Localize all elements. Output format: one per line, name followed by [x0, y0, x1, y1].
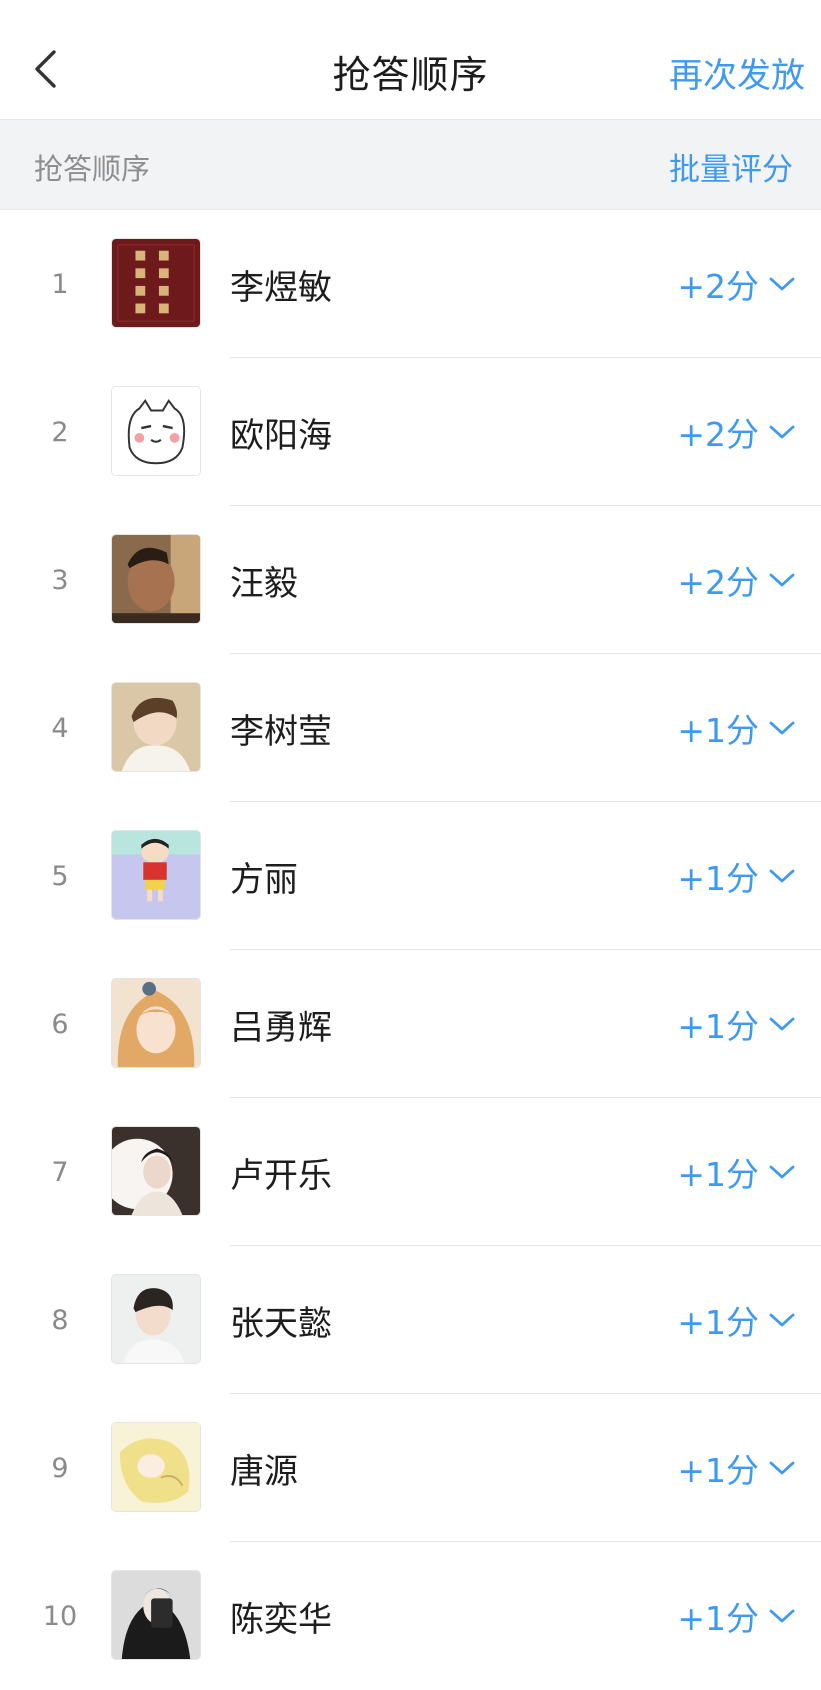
nav-header: 抢答顺序 再次发放	[0, 0, 821, 120]
score-value: +1分	[677, 1007, 759, 1046]
score-value: +1分	[677, 1599, 759, 1638]
score-value: +1分	[677, 711, 759, 750]
score-value: +1分	[677, 1155, 759, 1194]
student-name: 陈奕华	[230, 1599, 332, 1640]
avatar	[111, 1422, 201, 1512]
avatar	[111, 978, 201, 1068]
list-item[interactable]: 8 张天懿 +1分	[0, 1246, 821, 1394]
student-name: 汪毅	[230, 563, 298, 604]
score-value: +2分	[677, 267, 759, 306]
score-value: +1分	[677, 859, 759, 898]
list-item[interactable]: 3 汪毅 +2分	[0, 506, 821, 654]
list-item[interactable]: 5 方丽 +1分	[0, 802, 821, 950]
score-dropdown[interactable]: +1分	[677, 1098, 795, 1246]
rank-number: 2	[51, 416, 69, 448]
rank-number: 5	[51, 860, 69, 892]
student-name: 唐源	[230, 1451, 298, 1492]
list-item[interactable]: 2 欧阳海 +2分	[0, 358, 821, 506]
rank-number: 10	[42, 1600, 78, 1632]
student-name: 卢开乐	[230, 1155, 332, 1196]
chevron-down-icon	[769, 1461, 795, 1475]
chevron-down-icon	[769, 1609, 795, 1623]
list-item[interactable]: 10 陈奕华 +1分	[0, 1542, 821, 1690]
student-name: 李煜敏	[230, 267, 332, 308]
rank-number: 7	[51, 1156, 69, 1188]
avatar	[111, 386, 201, 476]
avatar	[111, 682, 201, 772]
chevron-down-icon	[769, 277, 795, 291]
batch-score-button[interactable]: 批量评分	[669, 144, 793, 189]
section-label: 抢答顺序	[34, 152, 151, 186]
score-dropdown[interactable]: +1分	[677, 654, 795, 802]
avatar	[111, 238, 201, 328]
score-value: +2分	[677, 415, 759, 454]
student-name: 吕勇辉	[230, 1007, 332, 1048]
score-value: +1分	[677, 1303, 759, 1342]
chevron-down-icon	[769, 1017, 795, 1031]
avatar	[111, 1126, 201, 1216]
chevron-down-icon	[769, 1165, 795, 1179]
redistribute-button[interactable]: 再次发放	[669, 48, 805, 97]
score-dropdown[interactable]: +1分	[677, 802, 795, 950]
rank-number: 3	[51, 564, 69, 596]
score-dropdown[interactable]: +1分	[677, 1394, 795, 1542]
student-name: 欧阳海	[230, 415, 332, 456]
score-dropdown[interactable]: +1分	[677, 1246, 795, 1394]
score-value: +2分	[677, 563, 759, 602]
score-dropdown[interactable]: +2分	[677, 210, 795, 358]
avatar	[111, 534, 201, 624]
chevron-down-icon	[769, 1313, 795, 1327]
section-bar: 抢答顺序 批量评分	[0, 120, 821, 210]
rank-number: 6	[51, 1008, 69, 1040]
chevron-down-icon	[769, 573, 795, 587]
student-name: 李树莹	[230, 711, 332, 752]
list-item[interactable]: 9 唐源 +1分	[0, 1394, 821, 1542]
avatar	[111, 830, 201, 920]
score-value: +1分	[677, 1451, 759, 1490]
list-item[interactable]: 1 李煜敏 +2分	[0, 210, 821, 358]
student-name: 张天懿	[230, 1303, 332, 1344]
rank-number: 4	[51, 712, 69, 744]
rank-number: 1	[51, 268, 69, 300]
score-dropdown[interactable]: +2分	[677, 358, 795, 506]
chevron-down-icon	[769, 869, 795, 883]
answer-order-list: 1 李煜敏 +2分 2 欧阳海 +2分 3 汪毅 +2分 4 李树莹 +1分 5…	[0, 210, 821, 1690]
avatar	[111, 1570, 201, 1660]
chevron-down-icon	[769, 425, 795, 439]
rank-number: 8	[51, 1304, 69, 1336]
list-item[interactable]: 7 卢开乐 +1分	[0, 1098, 821, 1246]
chevron-down-icon	[769, 721, 795, 735]
score-dropdown[interactable]: +1分	[677, 1542, 795, 1690]
student-name: 方丽	[230, 859, 298, 900]
score-dropdown[interactable]: +1分	[677, 950, 795, 1098]
rank-number: 9	[51, 1452, 69, 1484]
score-dropdown[interactable]: +2分	[677, 506, 795, 654]
list-item[interactable]: 4 李树莹 +1分	[0, 654, 821, 802]
list-item[interactable]: 6 吕勇辉 +1分	[0, 950, 821, 1098]
avatar	[111, 1274, 201, 1364]
